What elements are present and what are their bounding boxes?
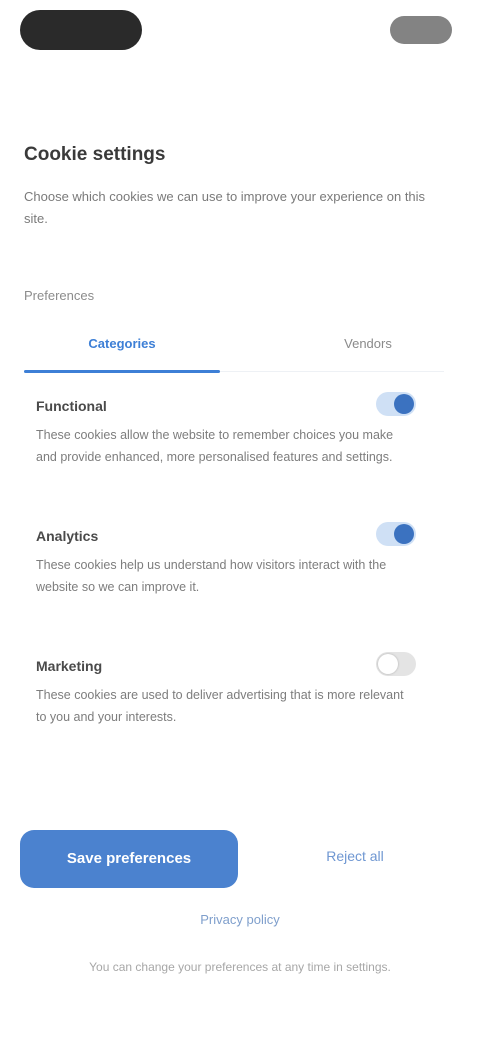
page-title: Cookie settings [24,144,166,165]
preference-item-analytics: Analytics These cookies help us understa… [36,522,420,598]
section-label: Preferences [24,288,95,303]
preference-title: Marketing [36,658,103,674]
preference-title: Analytics [36,528,99,544]
footer-note: You can change your preferences at any t… [89,960,391,974]
reject-all-link[interactable]: Reject all [300,848,410,872]
status-indicator [390,16,452,44]
preference-description: These cookies help us understand how vis… [36,558,387,594]
toggle-knob [394,394,414,414]
analytics-toggle[interactable] [376,522,416,546]
preference-item-functional: Functional These cookies allow the websi… [36,392,420,468]
preference-description: These cookies allow the website to remem… [36,428,394,464]
preference-item-marketing: Marketing These cookies are used to deli… [36,652,420,728]
marketing-toggle[interactable] [376,652,416,676]
page-description: Choose which cookies we can use to impro… [24,189,426,226]
toggle-knob [394,524,414,544]
tab-vendors[interactable]: Vendors [308,324,428,370]
tab-categories[interactable]: Categories [24,324,220,370]
toggle-knob [378,654,398,674]
preference-title: Functional [36,398,107,414]
top-bar [0,0,480,64]
tab-bar: Categories Vendors [24,324,444,373]
tab-active-indicator [24,370,220,373]
functional-toggle[interactable] [376,392,416,416]
preference-description: These cookies are used to deliver advert… [36,688,404,724]
status-pill [20,10,142,50]
save-preferences-button[interactable]: Save preferences [20,830,238,888]
privacy-policy-link[interactable]: Privacy policy [150,912,330,927]
